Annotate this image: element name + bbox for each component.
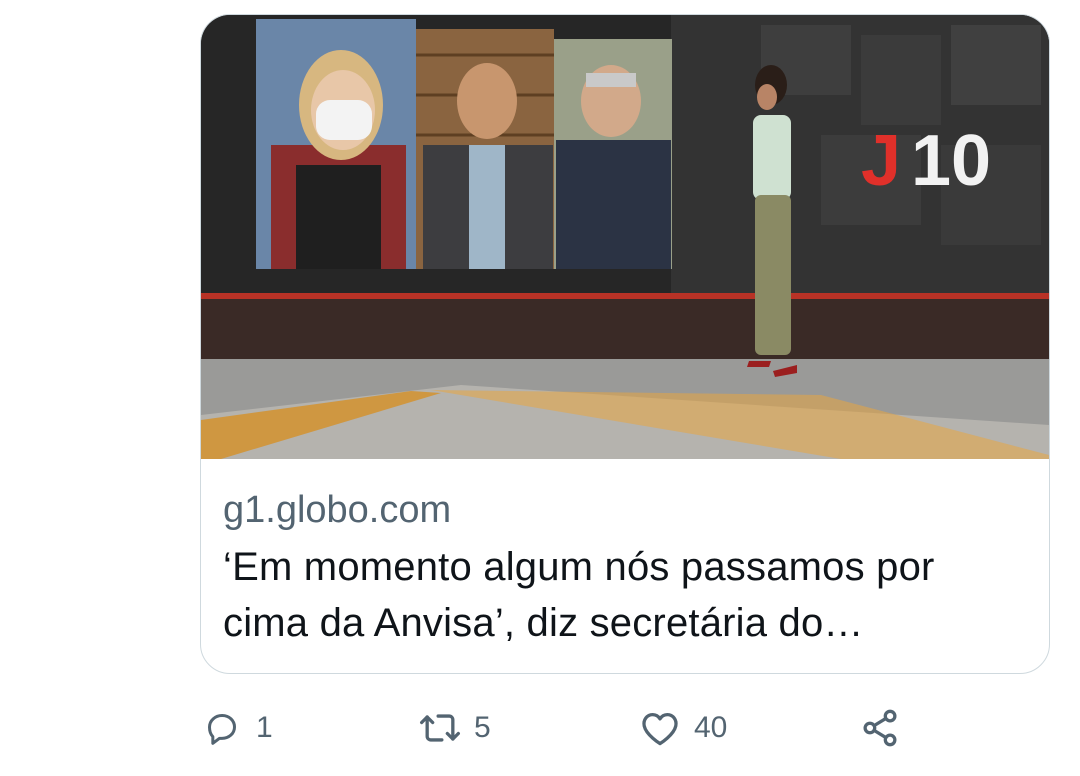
share-icon bbox=[858, 706, 902, 750]
link-headline: ‘Em momento algum nós passamos por cima … bbox=[223, 545, 935, 645]
link-domain: g1.globo.com bbox=[223, 489, 452, 531]
tweet: J 10 g1.globo.com ‘Em momento algum nós … bbox=[0, 0, 1080, 776]
tweet-action-bar: 1 5 40 bbox=[0, 700, 1080, 756]
reply-icon bbox=[200, 706, 244, 750]
reply-count: 1 bbox=[256, 711, 273, 744]
link-card[interactable]: J 10 g1.globo.com ‘Em momento algum nós … bbox=[200, 14, 1050, 674]
like-button[interactable]: 40 bbox=[638, 700, 727, 756]
logo-10: 10 bbox=[911, 121, 991, 201]
retweet-button[interactable]: 5 bbox=[418, 700, 491, 756]
retweet-icon bbox=[418, 706, 462, 750]
reply-button[interactable]: 1 bbox=[200, 700, 273, 756]
news-studio-image: J 10 bbox=[201, 15, 1049, 459]
heart-icon bbox=[638, 706, 682, 750]
like-count: 40 bbox=[694, 711, 728, 744]
link-card-text: g1.globo.com ‘Em momento algum nós passa… bbox=[223, 485, 1027, 651]
share-button[interactable] bbox=[858, 700, 902, 756]
link-card-thumbnail[interactable]: J 10 bbox=[201, 15, 1049, 459]
logo-j: J bbox=[861, 121, 901, 201]
retweet-count: 5 bbox=[474, 711, 491, 744]
